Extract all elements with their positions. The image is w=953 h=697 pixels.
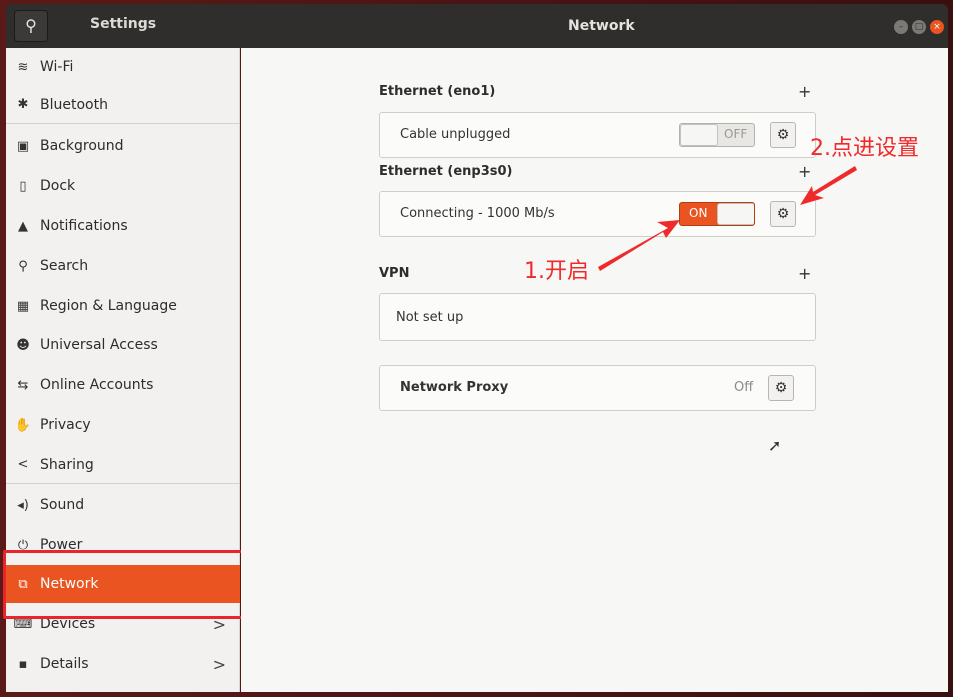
proxy-title: Network Proxy (400, 380, 509, 395)
speaker-icon: ◂) (17, 497, 29, 513)
sidebar-item-background[interactable]: ▣ Background (6, 127, 240, 165)
eth1-toggle[interactable]: OFF (679, 123, 755, 147)
sidebar-item-label: Bluetooth (40, 96, 108, 113)
sidebar-item-search[interactable]: ⚲ Search (6, 247, 240, 285)
app-title: Settings (90, 16, 157, 32)
sidebar-item-label: Notifications (40, 218, 128, 234)
panel-title: Network (568, 18, 635, 34)
eth1-row: Cable unplugged OFF ⚙ (379, 112, 816, 158)
minimize-button[interactable]: – (894, 20, 908, 34)
annotation-step1: 1.开启 (524, 259, 589, 284)
eth1-settings-button[interactable]: ⚙ (770, 122, 796, 148)
sidebar-item-notifications[interactable]: ▲ Notifications (6, 207, 240, 245)
eth2-status: Connecting - 1000 Mb/s (400, 206, 555, 221)
share-icon: < (17, 457, 29, 472)
network-highlight-box (3, 550, 252, 619)
sidebar-item-label: Background (40, 138, 124, 154)
sidebar-item-label: Wi-Fi (40, 59, 74, 75)
gear-icon: ⚙ (776, 206, 790, 222)
sidebar-item-label: Search (40, 258, 89, 274)
online-accounts-icon: ⇆ (17, 377, 29, 393)
search-icon: ⚲ (18, 258, 28, 274)
sidebar-item-sharing[interactable]: < Sharing (6, 446, 240, 484)
mouse-cursor-icon: ➚ (768, 436, 782, 455)
eth2-toggle[interactable]: ON (679, 202, 755, 226)
sidebar-item-sound[interactable]: ◂) Sound (6, 486, 240, 524)
annotation-step2: 2.点进设置 (810, 136, 919, 161)
sidebar-item-region-language[interactable]: ▦ Region & Language (6, 287, 240, 325)
toggle-label: OFF (724, 127, 748, 141)
window: ⚲ Settings Network – □ × ≋ Wi-Fi ✱ Bluetoo… (0, 0, 953, 697)
eth1-status: Cable unplugged (400, 127, 511, 142)
chevron-right-icon: > (212, 654, 226, 674)
dock-icon: ▯ (19, 178, 27, 194)
toggle-knob (680, 124, 718, 146)
sidebar-item-label: Sound (40, 497, 85, 513)
accessibility-icon: ☻ (16, 337, 30, 353)
sidebar-item-bluetooth[interactable]: ✱ Bluetooth (6, 86, 240, 124)
toggle-knob (717, 203, 754, 225)
sidebar-item-details[interactable]: ▪ Details > (6, 645, 240, 683)
wifi-icon: ≋ (17, 59, 29, 75)
sidebar-item-label: Dock (40, 178, 76, 194)
add-vpn-button[interactable]: + (798, 264, 811, 283)
eth2-title: Ethernet (enp3s0) (379, 164, 513, 179)
sidebar-item-label: Region & Language (40, 298, 177, 314)
toggle-label: ON (689, 206, 708, 220)
sidebar-item-online-accounts[interactable]: ⇆ Online Accounts (6, 366, 240, 404)
title-bar: ⚲ Settings Network – □ × (6, 4, 948, 48)
sidebar-item-label: Privacy (40, 417, 91, 433)
close-button[interactable]: × (930, 20, 944, 34)
sidebar-item-label: Universal Access (40, 337, 158, 353)
bluetooth-icon: ✱ (17, 97, 29, 112)
proxy-status: Off (734, 380, 754, 395)
search-button[interactable]: ⚲ (14, 10, 48, 42)
eth2-settings-button[interactable]: ⚙ (770, 201, 796, 227)
maximize-button[interactable]: □ (912, 20, 926, 34)
eth2-row: Connecting - 1000 Mb/s ON ⚙ (379, 191, 816, 237)
sidebar-item-universal-access[interactable]: ☻ Universal Access (6, 326, 240, 364)
sidebar-item-privacy[interactable]: ✋ Privacy (6, 406, 240, 444)
add-eth1-button[interactable]: + (798, 82, 811, 101)
region-icon: ▦ (16, 298, 30, 314)
sidebar-item-wifi[interactable]: ≋ Wi-Fi (6, 48, 240, 86)
gear-icon: ⚙ (776, 127, 790, 143)
search-icon: ⚲ (25, 16, 37, 35)
sidebar-item-label: Sharing (40, 456, 94, 473)
vpn-status: Not set up (396, 310, 464, 325)
gear-icon: ⚙ (774, 380, 788, 396)
vpn-row: Not set up (379, 293, 816, 341)
sidebar-item-dock[interactable]: ▯ Dock (6, 167, 240, 205)
sidebar-item-label: Details (40, 656, 89, 672)
proxy-row[interactable]: Network Proxy Off ⚙ (379, 365, 816, 411)
background-icon: ▣ (16, 138, 30, 154)
add-eth2-button[interactable]: + (798, 162, 811, 181)
sidebar-item-label: Online Accounts (40, 377, 154, 393)
eth1-title: Ethernet (eno1) (379, 84, 496, 99)
vpn-title: VPN (379, 266, 410, 281)
bell-icon: ▲ (18, 218, 28, 234)
privacy-hand-icon: ✋ (14, 417, 32, 433)
proxy-settings-button[interactable]: ⚙ (768, 375, 794, 401)
details-icon: ▪ (18, 656, 28, 672)
